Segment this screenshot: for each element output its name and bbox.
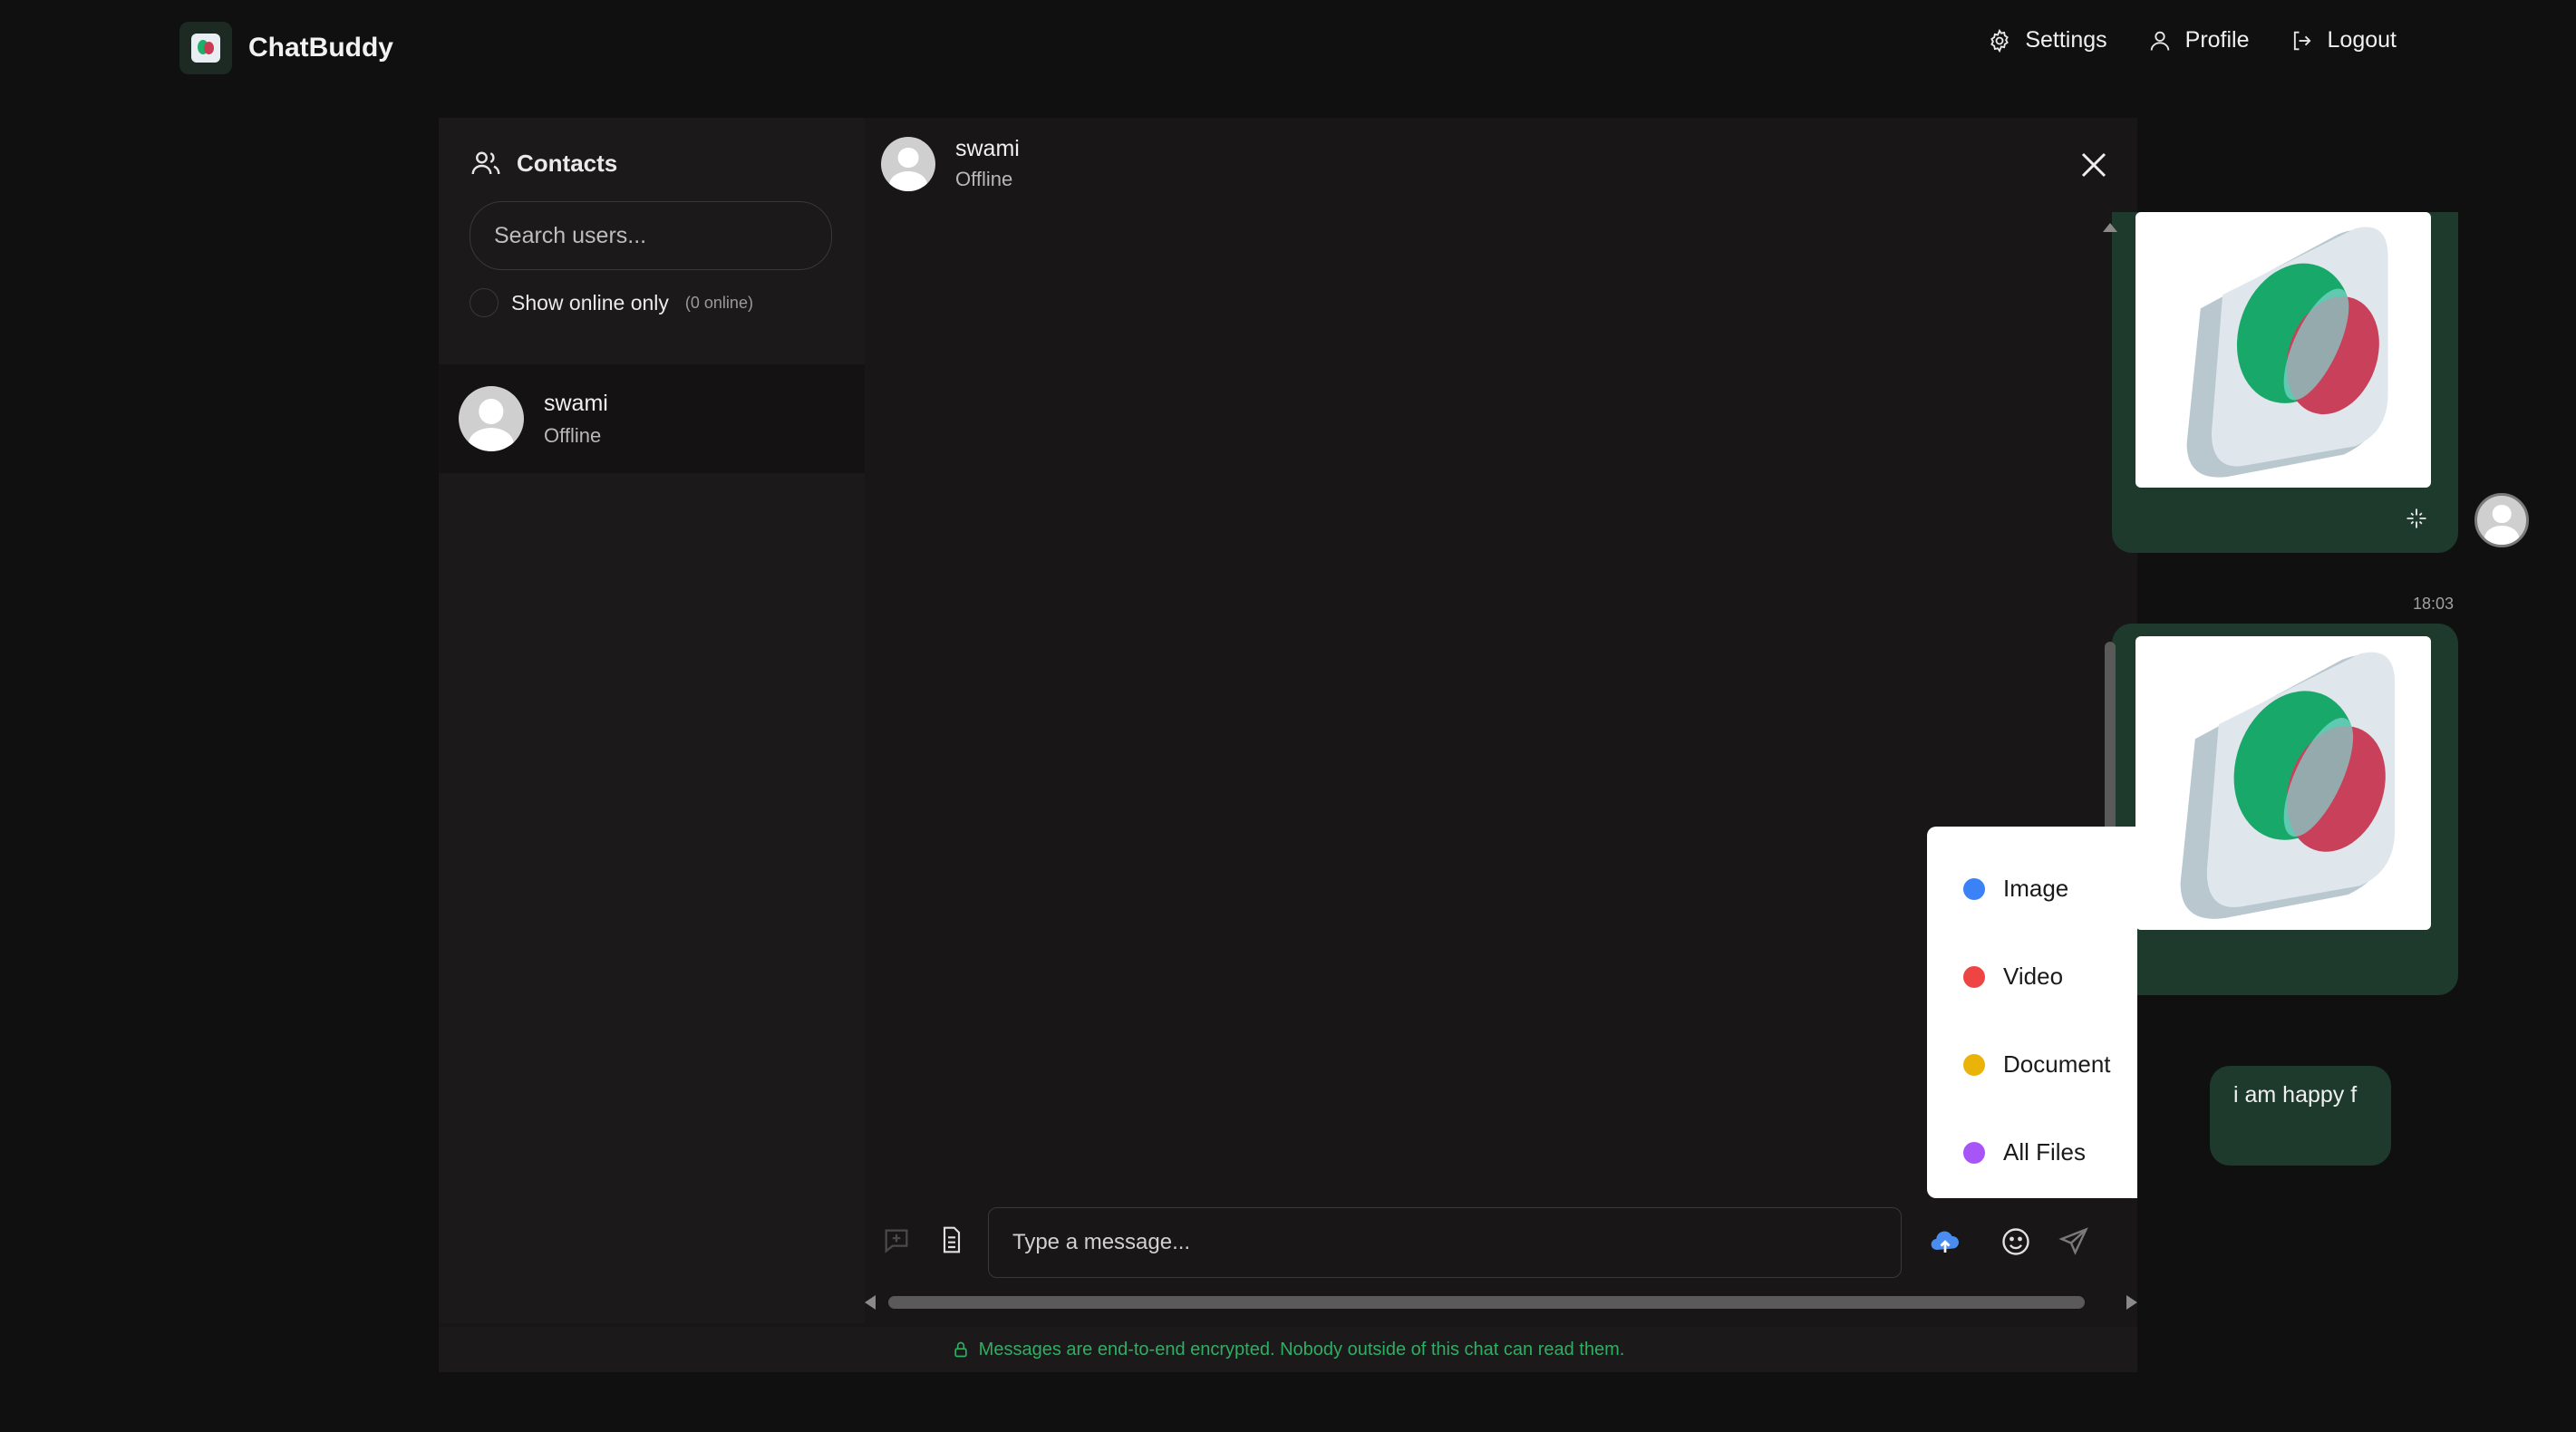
cloud-upload-icon[interactable] <box>1929 1225 1961 1258</box>
encryption-notice: Messages are end-to-end encrypted. Nobod… <box>439 1327 2137 1372</box>
all-files-dot-icon <box>1963 1141 1985 1164</box>
close-icon[interactable] <box>2077 149 2110 181</box>
chat-contact-avatar <box>881 136 935 191</box>
online-only-label: Show online only <box>511 290 669 314</box>
chat-bubbles-3d-image[interactable] <box>2135 636 2431 930</box>
settings-button[interactable]: Settings <box>1987 27 2107 53</box>
chat-contact-name: swami <box>955 136 1020 161</box>
attach-image-option[interactable]: Image <box>1927 845 2137 933</box>
emoji-icon[interactable] <box>2000 1225 2032 1258</box>
message-text: i am happy f <box>2233 1082 2358 1108</box>
attach-document-label: Document <box>2003 1050 2111 1078</box>
attach-video-option[interactable]: Video <box>1927 933 2137 1021</box>
chat-header: swami Offline <box>881 136 1020 191</box>
users-icon <box>471 151 500 175</box>
avatar <box>459 386 524 451</box>
encryption-text: Messages are end-to-end encrypted. Nobod… <box>978 1339 1625 1359</box>
user-icon <box>2150 31 2169 51</box>
chat-bubbles-3d-icon <box>2180 652 2396 919</box>
video-dot-icon <box>1963 965 1985 988</box>
scroll-up-arrow[interactable] <box>2103 223 2117 232</box>
contacts-header: Contacts <box>470 147 617 179</box>
logout-icon <box>2293 31 2311 50</box>
settings-label: Settings <box>2025 27 2107 53</box>
document-dot-icon <box>1963 1053 1985 1076</box>
attach-video-label: Video <box>2003 963 2064 990</box>
chat-bubbles-3d-icon <box>2186 227 2388 478</box>
logout-button[interactable]: Logout <box>2290 27 2397 53</box>
chat-bubbles-3d-image[interactable] <box>2135 212 2431 488</box>
nav-menu: Settings Profile Logout <box>1987 27 2397 53</box>
send-icon[interactable] <box>2058 1225 2090 1258</box>
message-time: 18:03 <box>2413 595 2455 613</box>
scroll-left-arrow[interactable] <box>865 1295 876 1310</box>
document-icon[interactable] <box>937 1225 966 1254</box>
chat-contact-status: Offline <box>955 168 1013 190</box>
profile-button[interactable]: Profile <box>2147 27 2250 53</box>
logout-label: Logout <box>2327 27 2397 53</box>
attachment-menu: Image Video Document All Files <box>1927 827 2137 1198</box>
brand[interactable]: ChatBuddy <box>179 22 393 74</box>
attach-image-label: Image <box>2003 875 2069 902</box>
brand-logo-icon <box>179 22 232 74</box>
horizontal-scrollbar[interactable] <box>865 1292 2137 1312</box>
search-users-input[interactable] <box>470 201 832 270</box>
online-count: (0 online) <box>684 293 753 312</box>
contacts-title: Contacts <box>517 149 618 177</box>
image-dot-icon <box>1963 877 1985 900</box>
image-message-bubble[interactable] <box>2112 212 2458 553</box>
scroll-right-arrow[interactable] <box>2126 1295 2137 1310</box>
attach-document-option[interactable]: Document <box>1927 1021 2137 1108</box>
contact-name: swami <box>544 390 608 416</box>
brand-name: ChatBuddy <box>248 33 393 63</box>
horizontal-scrollbar-thumb[interactable] <box>888 1296 2085 1309</box>
show-online-toggle[interactable]: Show online only (0 online) <box>470 288 753 317</box>
gear-icon <box>1990 28 2009 53</box>
attach-all-files-option[interactable]: All Files <box>1927 1108 2137 1196</box>
chat-plus-icon[interactable] <box>881 1225 912 1256</box>
sender-avatar <box>2474 493 2529 547</box>
sparkle-icon[interactable] <box>2404 506 2429 531</box>
lock-icon <box>954 1341 967 1358</box>
image-message-bubble[interactable] <box>2112 624 2458 995</box>
top-nav-bar: ChatBuddy Settings Profile Logout <box>0 0 2576 95</box>
attach-all-files-label: All Files <box>2003 1138 2087 1166</box>
chat-panel: Contacts Show online only (0 online) swa… <box>439 118 2529 1372</box>
online-only-checkbox[interactable] <box>470 288 499 317</box>
profile-label: Profile <box>2184 27 2250 53</box>
text-message-bubble[interactable]: i am happy f <box>2210 1066 2391 1166</box>
contacts-sidebar: Contacts Show online only (0 online) swa… <box>439 118 865 1323</box>
contact-item-swami[interactable]: swami Offline <box>439 364 865 473</box>
message-composer <box>865 1187 2137 1296</box>
contact-status: Offline <box>544 423 602 447</box>
message-input[interactable] <box>988 1207 1902 1278</box>
